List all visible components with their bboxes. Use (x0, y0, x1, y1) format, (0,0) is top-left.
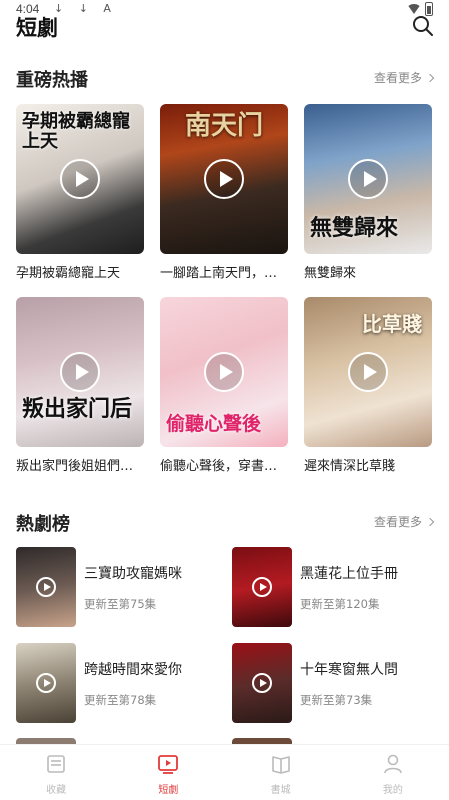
drama-card[interactable]: 偷聽心聲後 偷聽心聲後，穿書… (160, 297, 288, 474)
rank-thumbnail (16, 643, 76, 723)
rank-item[interactable]: 十年寒窗無人問 更新至第73集 (232, 643, 432, 723)
rank-update: 更新至第120集 (300, 597, 380, 611)
drama-poster: 南天门 (160, 104, 288, 254)
search-icon (413, 16, 433, 36)
bottom-tab-bar: 收藏 短劇 書城 我的 (0, 744, 449, 800)
tab-label: 書城 (270, 785, 291, 796)
tab-label: 我的 (382, 785, 403, 796)
more-label: 查看更多 (373, 515, 422, 529)
rank-item[interactable]: 黑蓮花上位手冊 更新至第120集 (232, 547, 432, 627)
tab-short-drama[interactable]: 短劇 (112, 745, 224, 800)
rank-thumbnail (232, 547, 292, 627)
poster-title: 無雙歸來 (310, 214, 399, 241)
tab-label: 收藏 (46, 785, 67, 796)
rank-section-header: 熱劇榜 查看更多 (16, 510, 435, 535)
tab-label: 短劇 (158, 785, 179, 796)
rank-thumbnail (16, 547, 76, 627)
play-icon (204, 159, 244, 199)
drama-name: 無雙歸來 (304, 266, 357, 281)
rank-item[interactable]: 跨越時間來愛你 更新至第78集 (16, 643, 216, 723)
person-icon (384, 754, 402, 774)
drama-name: 孕期被霸總寵上天 (16, 266, 121, 281)
play-icon (252, 577, 272, 597)
tab-collection[interactable]: 收藏 (0, 745, 112, 800)
chevron-right-icon (425, 73, 435, 82)
rank-update: 更新至第78集 (84, 693, 157, 707)
drama-card[interactable]: 叛出家门后 叛出家門後姐姐們… (16, 297, 144, 474)
drama-poster: 無雙歸來 (304, 104, 432, 254)
drama-poster: 比草賤 (304, 297, 432, 447)
hot-section-title: 重磅热播 (16, 70, 88, 91)
play-icon (348, 352, 388, 392)
drama-card[interactable]: 孕期被霸總寵上天 孕期被霸總寵上天 (16, 104, 144, 281)
hot-section-header: 重磅热播 查看更多 (16, 66, 435, 91)
drama-name: 一腳踏上南天門，… (160, 266, 278, 281)
rank-thumbnail (232, 643, 292, 723)
drama-name: 遲來情深比草賤 (304, 459, 396, 474)
rank-title: 十年寒窗無人問 (300, 662, 398, 678)
poster-title: 偷聽心聲後 (166, 413, 262, 436)
rank-title: 三寶助攻寵媽咪 (84, 566, 182, 582)
tab-bookstore[interactable]: 書城 (225, 745, 337, 800)
drama-name: 偷聽心聲後，穿書… (160, 459, 278, 474)
poster-title: 南天门 (184, 111, 263, 141)
drama-poster: 叛出家门后 (16, 297, 144, 447)
rank-section-title: 熱劇榜 (16, 514, 70, 535)
drama-card[interactable]: 無雙歸來 無雙歸來 (304, 104, 432, 281)
play-icon (60, 159, 100, 199)
rank-title: 黑蓮花上位手冊 (300, 566, 398, 582)
play-icon (36, 577, 56, 597)
chevron-right-icon (425, 517, 435, 526)
search-button[interactable] (411, 14, 435, 38)
drama-name: 叛出家門後姐姐們… (16, 459, 134, 474)
rank-update: 更新至第75集 (84, 597, 157, 611)
play-icon (348, 159, 388, 199)
play-icon (36, 673, 56, 693)
tab-profile[interactable]: 我的 (337, 745, 449, 800)
poster-title: 比草賤 (362, 312, 422, 336)
play-icon (60, 352, 100, 392)
poster-title: 叛出家门后 (22, 395, 133, 422)
play-icon (252, 673, 272, 693)
book-icon (271, 756, 290, 774)
drama-card[interactable]: 南天门 一腳踏上南天門，… (160, 104, 288, 281)
drama-card[interactable]: 比草賤 遲來情深比草賤 (304, 297, 432, 474)
app-header: 短劇 (0, 10, 449, 46)
drama-poster: 偷聽心聲後 (160, 297, 288, 447)
hot-more-button[interactable]: 查看更多 (373, 69, 435, 86)
poster-title: 孕期被霸總寵上天 (22, 111, 130, 152)
drama-poster: 孕期被霸總寵上天 (16, 104, 144, 254)
rank-item[interactable]: 三寶助攻寵媽咪 更新至第75集 (16, 547, 216, 627)
rank-title: 跨越時間來愛你 (84, 662, 182, 678)
rank-update: 更新至第73集 (300, 693, 373, 707)
play-icon (204, 352, 244, 392)
bookshelf-icon (47, 755, 65, 773)
rank-more-button[interactable]: 查看更多 (373, 513, 435, 530)
video-play-icon (158, 755, 179, 774)
page-title: 短劇 (16, 16, 58, 40)
more-label: 查看更多 (373, 71, 422, 85)
